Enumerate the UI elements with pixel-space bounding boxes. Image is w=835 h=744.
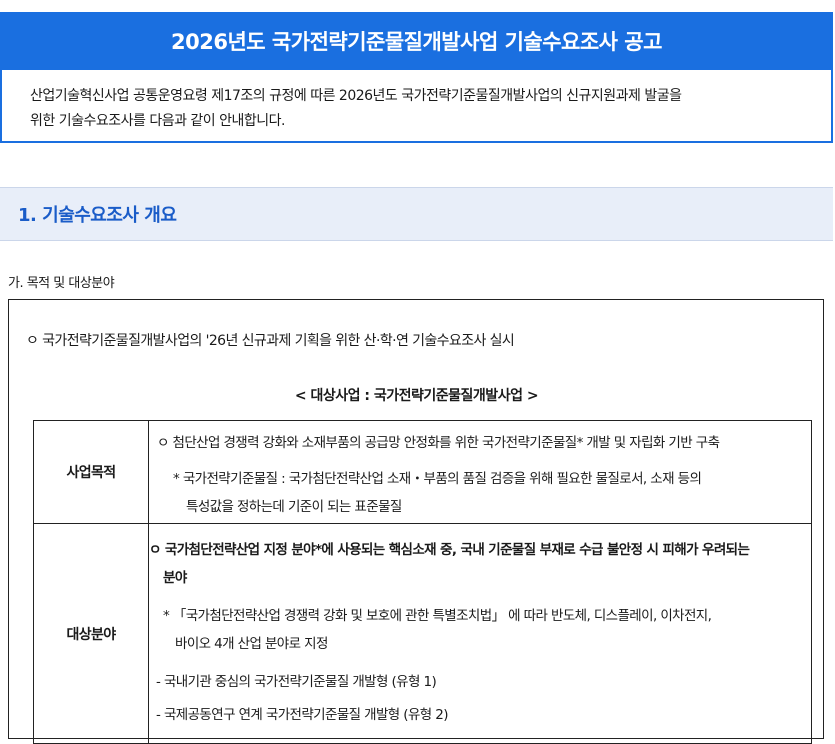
subheading: 가. 목적 및 대상분야 (8, 276, 115, 291)
detail-table: 사업목적 ㅇ 첨단산업 경쟁력 강화와 소재부품의 공급망 안정화를 위한 국가… (33, 420, 812, 744)
purpose-note-2: 특성값을 정하는데 기준이 되는 표준물질 (186, 499, 402, 515)
target-type-2: - 국제공동연구 연계 국가전략기준물질 개발형 (유형 2) (156, 707, 449, 723)
target-note-1: * 「국가첨단전략산업 경쟁력 강화 및 보호에 관한 특별조치법」 에 따라 … (163, 608, 712, 624)
target-note-2: 바이오 4개 산업 분야로 지정 (175, 636, 328, 652)
intro-box: 산업기술혁신사업 공통운영요령 제17조의 규정에 따른 2026년도 국가전략… (0, 70, 833, 143)
target-line-2: 분야 (163, 570, 187, 586)
intro-line-2: 위한 기술수요조사를 다음과 같이 안내합니다. (30, 113, 285, 129)
intro-line-1: 산업기술혁신사업 공통운영요령 제17조의 규정에 따른 2026년도 국가전략… (30, 88, 682, 104)
target-cell: ㅇ 국가첨단전략산업 지정 분야*에 사용되는 핵심소재 중, 국내 기준물질 … (148, 523, 812, 744)
section-header: 1. 기술수요조사 개요 (0, 187, 833, 241)
summary-line: ㅇ 국가전략기준물질개발사업의 '26년 신규과제 기획을 위한 산·학·연 기… (26, 333, 515, 349)
purpose-note-1: * 국가전략기준물질 : 국가첨단전략산업 소재・부품의 품질 검증을 위해 필… (173, 471, 702, 487)
purpose-label: 사업목적 (33, 420, 149, 524)
table-row-purpose: 사업목적 ㅇ 첨단산업 경쟁력 강화와 소재부품의 공급망 안정화를 위한 국가… (33, 420, 812, 524)
program-title: < 대상사업 : 국가전략기준물질개발사업 > (294, 388, 539, 404)
purpose-cell: ㅇ 첨단산업 경쟁력 강화와 소재부품의 공급망 안정화를 위한 국가전략기준물… (148, 420, 812, 524)
table-row-target: 대상분야 ㅇ 국가첨단전략산업 지정 분야*에 사용되는 핵심소재 중, 국내 … (33, 523, 812, 744)
section-title: 1. 기술수요조사 개요 (18, 205, 177, 226)
target-line-1: ㅇ 국가첨단전략산업 지정 분야*에 사용되는 핵심소재 중, 국내 기준물질 … (149, 542, 750, 558)
target-type-1: - 국내기관 중심의 국가전략기준물질 개발형 (유형 1) (156, 674, 437, 690)
target-label: 대상분야 (33, 523, 149, 744)
purpose-line: ㅇ 첨단산업 경쟁력 강화와 소재부품의 공급망 안정화를 위한 국가전략기준물… (157, 435, 720, 451)
page-title: 2026년도 국가전략기준물질개발사업 기술수요조사 공고 (0, 12, 833, 70)
